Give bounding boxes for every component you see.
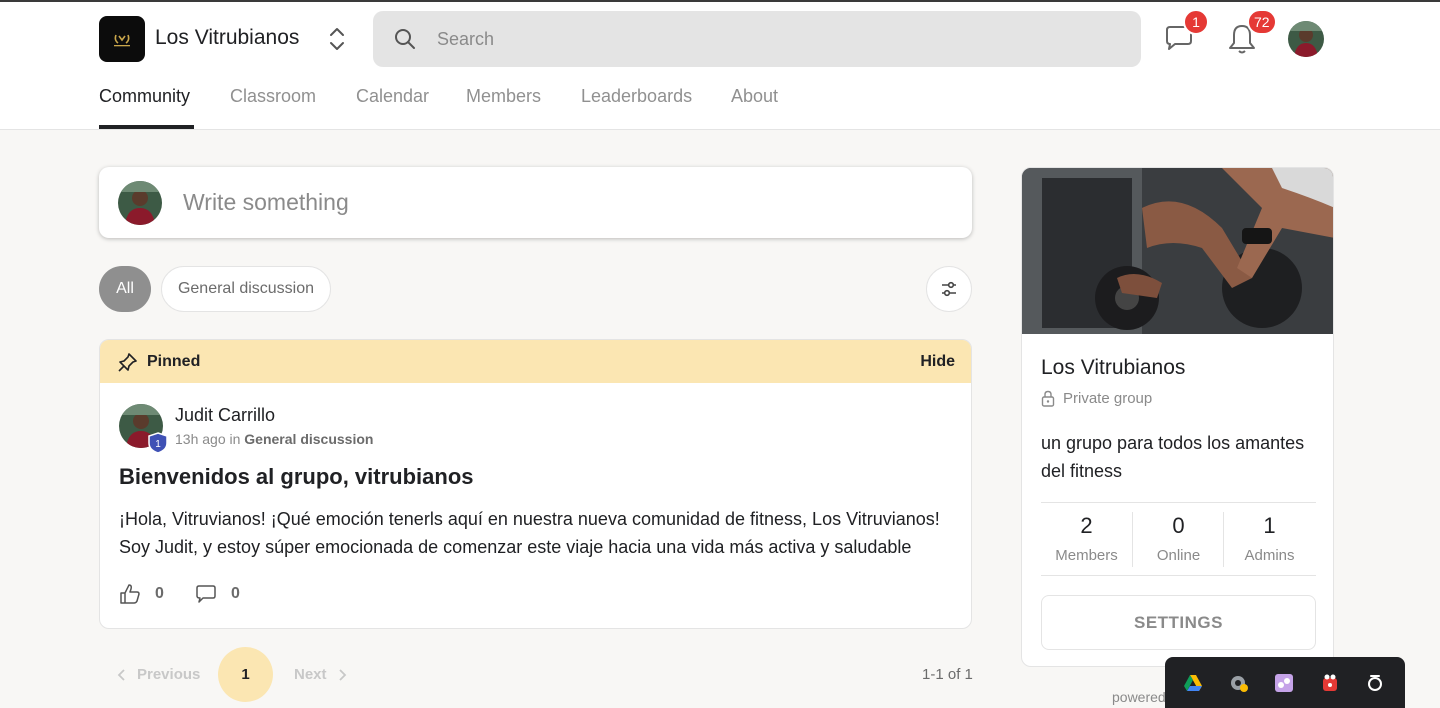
hide-pinned-button[interactable]: Hide <box>920 353 955 371</box>
group-switcher-icon[interactable] <box>326 24 348 54</box>
ring-extension-icon[interactable] <box>1365 673 1385 693</box>
gear-extension-icon[interactable] <box>1229 673 1249 693</box>
stats-divider-top <box>1041 502 1316 503</box>
privacy-label: Private group <box>1063 390 1153 407</box>
pin-icon <box>118 353 137 372</box>
like-button[interactable]: 0 <box>119 583 164 605</box>
stats-divider-bottom <box>1041 575 1316 576</box>
post-body: ¡Hola, Vitruvianos! ¡Qué emoción tenerls… <box>119 509 940 557</box>
group-name[interactable]: Los Vitrubianos <box>155 26 299 50</box>
post-title[interactable]: Bienvenidos al grupo, vitrubianos <box>119 464 474 490</box>
group-cover-image <box>1022 168 1333 334</box>
chevron-left-icon <box>117 668 125 681</box>
stat-members-value: 2 <box>1080 513 1093 538</box>
stat-online-value: 0 <box>1172 513 1185 538</box>
stat-admins-label: Admins <box>1244 547 1295 564</box>
thumbs-up-icon <box>120 584 140 604</box>
post-composer[interactable]: Write something <box>99 167 972 238</box>
level-number: 1 <box>155 439 161 450</box>
pagination-next[interactable]: Next <box>294 666 347 683</box>
sliders-icon <box>942 281 956 297</box>
search-bar[interactable] <box>373 11 1141 67</box>
pinned-post-card[interactable]: Pinned Hide 1 Judit Carrillo 13h ago in … <box>99 339 972 629</box>
author-name[interactable]: Judit Carrillo <box>175 405 275 426</box>
tab-about[interactable]: About <box>731 86 778 107</box>
post-time: 13h ago <box>175 431 226 447</box>
search-input[interactable] <box>437 25 1117 53</box>
filter-all[interactable]: All <box>99 266 151 312</box>
active-tab-indicator <box>99 125 194 129</box>
settings-button[interactable]: SETTINGS <box>1041 595 1316 650</box>
stat-online-label: Online <box>1156 547 1201 564</box>
tab-members[interactable]: Members <box>466 86 541 107</box>
search-icon <box>395 29 415 49</box>
lock-icon <box>1041 390 1055 407</box>
extensions-toolbar <box>1165 657 1405 708</box>
group-logo[interactable] <box>99 16 145 62</box>
chevron-right-icon <box>338 668 346 681</box>
group-description: un grupo para todos los amantes del fitn… <box>1041 433 1305 481</box>
user-avatar[interactable] <box>1288 21 1324 57</box>
pagination-current-page[interactable]: 1 <box>218 647 273 702</box>
post-in-word: in <box>229 431 241 447</box>
pinned-label: Pinned <box>147 353 201 370</box>
level-badge-icon: 1 <box>148 432 168 454</box>
post-category-link[interactable]: General discussion <box>244 431 373 447</box>
pagination-previous-label: Previous <box>137 666 201 683</box>
filter-settings-button[interactable] <box>926 266 972 312</box>
post-meta: 13h ago in General discussion <box>175 431 373 447</box>
powered-by-text: powered <box>1112 689 1166 705</box>
sidebar-group-name: Los Vitrubianos <box>1041 356 1186 379</box>
tab-leaderboards[interactable]: Leaderboards <box>581 86 692 107</box>
puzzle-extension-icon[interactable] <box>1274 673 1294 693</box>
stat-members[interactable]: 2 Members <box>1041 513 1132 564</box>
drive-extension-icon[interactable] <box>1183 673 1203 693</box>
comment-button[interactable]: 0 <box>195 583 240 605</box>
tab-calendar[interactable]: Calendar <box>356 86 429 107</box>
stat-members-label: Members <box>1055 547 1118 564</box>
privacy-indicator: Private group <box>1041 390 1152 407</box>
notifications-badge: 72 <box>1247 9 1277 35</box>
like-count: 0 <box>155 585 164 602</box>
stat-online[interactable]: 0 Online <box>1133 513 1224 564</box>
pagination-next-label: Next <box>294 666 327 683</box>
laurel-logo-icon <box>114 34 130 47</box>
composer-avatar <box>118 181 162 225</box>
comment-icon <box>196 585 216 603</box>
composer-placeholder: Write something <box>183 189 349 215</box>
filter-general-discussion[interactable]: General discussion <box>161 266 331 312</box>
group-info-card: Los Vitrubianos Private group un grupo p… <box>1021 167 1334 667</box>
tab-classroom[interactable]: Classroom <box>230 86 316 107</box>
stat-admins[interactable]: 1 Admins <box>1224 513 1315 564</box>
stat-admins-value: 1 <box>1263 513 1276 538</box>
chat-badge: 1 <box>1183 9 1209 35</box>
comment-count: 0 <box>231 585 240 602</box>
pinned-bar: Pinned Hide <box>100 340 971 383</box>
pagination-previous[interactable]: Previous <box>117 666 200 683</box>
tab-community[interactable]: Community <box>99 86 190 107</box>
pagination-count: 1-1 of 1 <box>922 666 973 683</box>
red-extension-icon[interactable] <box>1320 673 1340 693</box>
top-header: Los Vitrubianos 1 72 <box>0 2 1440 130</box>
